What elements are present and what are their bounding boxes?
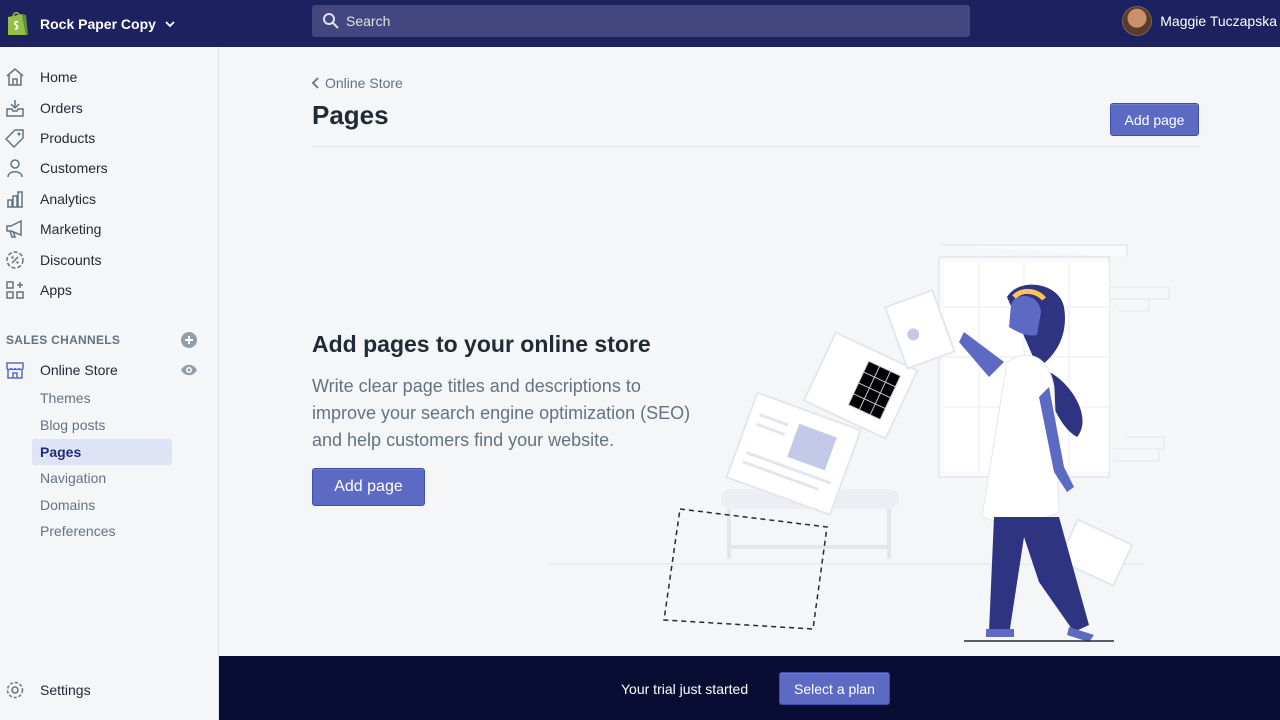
subnav-themes[interactable]: Themes	[32, 385, 172, 411]
gear-icon	[6, 681, 24, 699]
header-divider	[312, 146, 1199, 147]
chevron-left-icon	[311, 77, 319, 89]
top-bar: Rock Paper Copy Search Maggie Tuczapska	[0, 0, 1280, 47]
sidebar-item-discounts[interactable]: Discounts	[0, 245, 219, 275]
sidebar-item-label: Online Store	[40, 362, 118, 378]
trial-bar: Your trial just started Select a plan	[219, 656, 1280, 720]
sales-channels-heading: SALES CHANNELS	[6, 333, 121, 347]
user-name: Maggie Tuczapska	[1160, 13, 1277, 29]
user-menu[interactable]: Maggie Tuczapska	[1122, 6, 1277, 36]
add-circle-icon[interactable]	[181, 332, 197, 348]
sidebar-item-apps[interactable]: Apps	[0, 275, 219, 305]
sidebar-item-label: Discounts	[40, 252, 102, 268]
sidebar-item-label: Marketing	[40, 221, 102, 237]
discount-icon	[6, 251, 24, 269]
sidebar-item-label: Apps	[40, 282, 72, 298]
apps-icon	[6, 281, 24, 299]
sidebar-item-home[interactable]: Home	[0, 62, 219, 92]
search-icon	[323, 13, 339, 29]
sidebar-item-customers[interactable]: Customers	[0, 153, 219, 183]
store-switcher[interactable]: Rock Paper Copy	[0, 0, 218, 47]
sidebar-item-label: Analytics	[40, 191, 97, 207]
subnav-preferences[interactable]: Preferences	[32, 518, 172, 544]
subnav-blog-posts[interactable]: Blog posts	[32, 412, 172, 438]
sidebar: Home Orders Products Customers Analytics…	[0, 47, 219, 720]
add-page-button[interactable]: Add page	[1110, 103, 1199, 136]
bar-chart-icon	[7, 191, 23, 208]
main-content: Online Store Pages Add page Add pages to…	[219, 47, 1280, 656]
sidebar-item-label: Products	[40, 130, 96, 146]
sidebar-item-label: Orders	[40, 100, 83, 116]
sidebar-item-label: Settings	[40, 682, 91, 698]
orders-icon	[6, 100, 24, 117]
sidebar-item-analytics[interactable]: Analytics	[0, 184, 219, 214]
sidebar-item-settings[interactable]: Settings	[0, 675, 219, 705]
search-bar[interactable]: Search	[312, 5, 970, 37]
trial-message: Your trial just started	[621, 681, 749, 697]
sidebar-item-label: Home	[40, 69, 78, 85]
sidebar-item-marketing[interactable]: Marketing	[0, 214, 219, 244]
sidebar-item-products[interactable]: Products	[0, 123, 219, 153]
breadcrumb[interactable]: Online Store	[310, 75, 403, 91]
shopify-bag-icon	[8, 11, 28, 35]
store-icon	[6, 362, 24, 379]
empty-state-illustration	[549, 244, 1170, 642]
search-placeholder: Search	[346, 13, 391, 29]
empty-state-add-page-button[interactable]: Add page	[312, 468, 425, 506]
subnav-domains[interactable]: Domains	[32, 492, 172, 518]
page-title: Pages	[312, 100, 389, 130]
person-icon	[7, 159, 23, 178]
eye-icon[interactable]	[180, 363, 198, 377]
sidebar-item-online-store[interactable]: Online Store	[0, 355, 219, 385]
sidebar-item-orders[interactable]: Orders	[0, 93, 219, 123]
breadcrumb-label: Online Store	[325, 75, 403, 91]
avatar	[1122, 6, 1153, 36]
megaphone-icon	[6, 219, 22, 238]
subnav-pages[interactable]: Pages	[32, 439, 172, 465]
sidebar-item-label: Customers	[40, 160, 108, 176]
select-plan-button[interactable]: Select a plan	[779, 672, 890, 705]
home-icon	[6, 68, 24, 86]
store-name: Rock Paper Copy	[40, 15, 156, 32]
tag-icon	[5, 129, 24, 148]
subnav-navigation[interactable]: Navigation	[32, 465, 172, 491]
chevron-down-icon	[165, 20, 175, 27]
